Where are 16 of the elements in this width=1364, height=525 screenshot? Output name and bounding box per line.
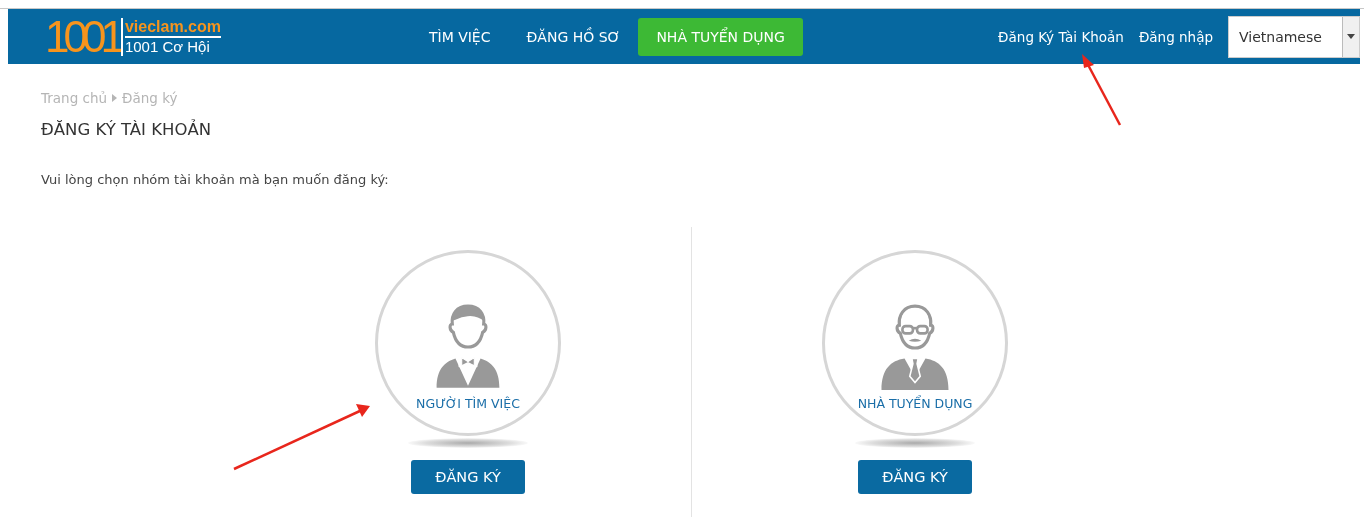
breadcrumb-separator-icon [112,94,118,102]
header-link[interactable]: Đăng Ký Tài Khoản [998,28,1124,45]
account-type-card[interactable]: NHÀ TUYỂN DỤNG [822,250,1008,436]
language-select[interactable]: Vietnamese [1228,15,1360,58]
logo-tagline[interactable]: 1001 Cơ Hội [124,37,221,56]
nav-tab[interactable]: TÌM VIỆC [410,17,509,56]
page-title: ĐĂNG KÝ TÀI KHOẢN [41,120,213,139]
account-type-label[interactable]: NGƯỜI TÌM VIỆC [416,396,520,411]
header-link[interactable]: Đăng nhập [1138,28,1213,45]
account-type-label[interactable]: NHÀ TUYỂN DỤNG [857,396,973,411]
register-button[interactable]: ĐĂNG KÝ [858,460,972,494]
caret-icon [1347,34,1355,39]
register-button[interactable]: ĐĂNG KÝ [411,460,525,494]
instruction-text: Vui lòng chọn nhóm tài khoản mà bạn muốn đăng ký: [41,172,390,187]
nav-tab[interactable]: ĐĂNG HỒ SƠ [508,17,639,56]
account-type-card[interactable]: NGƯỜI TÌM VIỆC [375,250,561,436]
